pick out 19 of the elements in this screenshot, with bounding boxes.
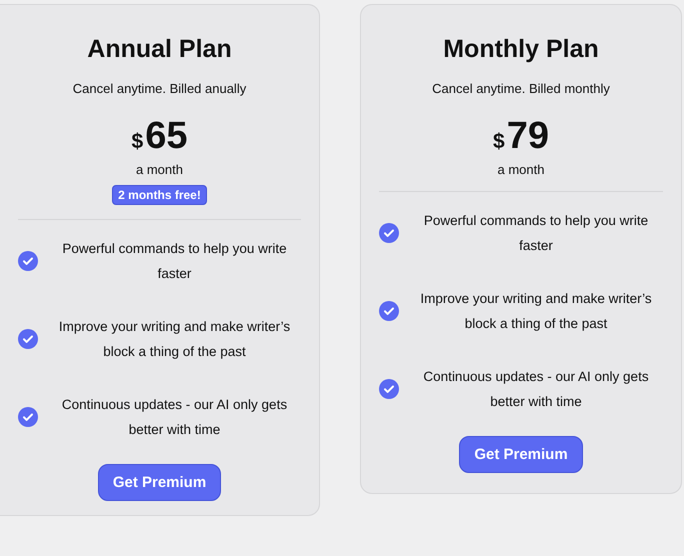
get-premium-button[interactable]: Get Premium — [459, 436, 583, 473]
plan-title: Monthly Plan — [443, 35, 599, 64]
price-period: a month — [136, 162, 183, 177]
feature-text: Continuous updates - our AI only gets better with time — [60, 396, 288, 439]
price-amount: 79 — [506, 116, 549, 156]
currency-sign: $ — [493, 130, 505, 154]
feature-text: Powerful commands to help you write faster — [422, 212, 650, 255]
get-premium-button[interactable]: Get Premium — [98, 464, 222, 501]
currency-sign: $ — [132, 130, 144, 154]
feature-text: Improve your writing and make writer’s block a thing of the past — [58, 318, 292, 361]
discount-badge: 2 months free! — [112, 185, 207, 205]
plan-title: Annual Plan — [87, 35, 232, 64]
feature-text: Continuous updates - our AI only gets better with time — [422, 368, 650, 411]
price-period: a month — [498, 162, 544, 177]
feature-text: Improve your writing and make writer’s block a thing of the past — [419, 290, 653, 333]
plan-subtitle: Cancel anytime. Billed anually — [72, 81, 246, 96]
plan-subtitle: Cancel anytime. Billed monthly — [432, 81, 610, 96]
feature-text: Powerful commands to help you write faster — [61, 240, 288, 283]
price-amount: 65 — [145, 116, 188, 156]
